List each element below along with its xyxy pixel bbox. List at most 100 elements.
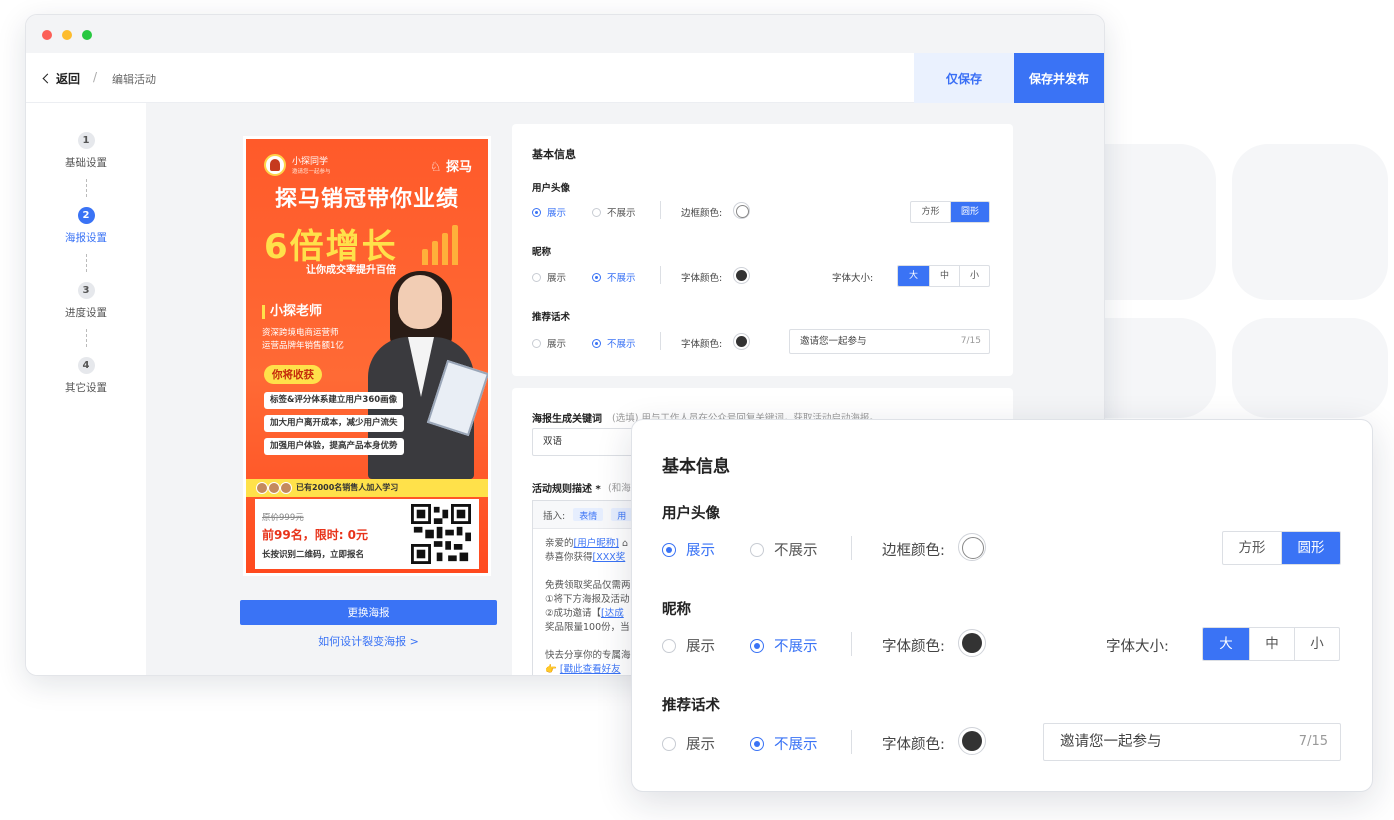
radio-checked-icon [750,638,764,653]
divider [851,730,852,754]
step-number: 3 [77,282,95,299]
bg-tile [1232,318,1388,418]
radio-label: 不展示 [774,737,818,753]
pitch-char-count: 7/15 [1298,734,1328,749]
chevron-left-icon [42,73,53,84]
pitch-show-radio[interactable]: 展示 [532,336,566,350]
font-color-label: 字体颜色: [882,737,945,753]
shape-round-option[interactable]: 圆形 [1281,532,1340,564]
size-small-option[interactable]: 小 [959,266,989,286]
step-basic[interactable]: 1 基础设置 [26,132,146,170]
radio-label: 不展示 [774,543,818,559]
step-number: 1 [77,132,95,149]
rule-text: ②成功邀请【 [545,608,602,619]
nickname-font-color-swatch[interactable] [733,267,750,284]
avatar [280,482,292,494]
radio-label: 展示 [547,273,567,284]
minimize-window-icon[interactable] [62,30,72,40]
avatar-show-radio[interactable]: 展示 [662,539,715,560]
step-poster[interactable]: 2 海报设置 [26,207,146,245]
poster-canvas: 小探同学 邀请您一起参与 ♘ 探马 探马销冠带你业绩 6倍增长 让你成交率提升百… [246,139,488,573]
step-other[interactable]: 4 其它设置 [26,357,146,395]
shape-square-option[interactable]: 方形 [1223,532,1281,564]
avatar [268,482,280,494]
step-number: 2 [77,207,95,224]
nickname-font-color-swatch[interactable] [958,629,986,657]
step-number: 4 [77,357,95,374]
pitch-input[interactable]: 邀请您一起参与 7/15 [789,329,990,354]
poster-title: 探马销冠带你业绩 [274,187,459,212]
nickname-show-radio[interactable]: 展示 [532,270,566,284]
rule-var-link[interactable]: [达成 [601,608,624,619]
rule-var-link[interactable]: [用户昵称] [574,538,619,549]
size-small-option[interactable]: 小 [1294,628,1339,660]
avatar [256,482,268,494]
size-medium-option[interactable]: 中 [929,266,959,286]
pitch-input-value: 邀请您一起参与 [800,336,867,347]
shape-round-option[interactable]: 圆形 [950,202,989,222]
border-color-swatch[interactable] [733,202,750,219]
step-progress[interactable]: 3 进度设置 [26,282,146,320]
nickname-hide-radio[interactable]: 不展示 [750,635,818,656]
keyword-label: 海报生成关键词 [532,414,602,425]
rule-var-link[interactable]: [戳此查看好友 [560,664,621,675]
radio-unchecked-icon [662,638,676,653]
step-label: 其它设置 [65,382,107,394]
border-color-swatch[interactable] [958,533,986,561]
pitch-font-color-swatch[interactable] [958,727,986,755]
radio-checked-icon [662,542,676,557]
pitch-font-color-swatch[interactable] [733,333,750,350]
save-only-button[interactable]: 仅保存 [914,53,1014,103]
radio-label: 不展示 [607,339,636,350]
avatar-hide-radio[interactable]: 不展示 [592,205,636,219]
radio-label: 不展示 [774,639,818,655]
radio-label: 展示 [686,639,715,655]
design-poster-link[interactable]: 如何设计裂变海报 > [240,633,497,649]
poster-scan-text: 长按识别二维码，立即报名 [262,550,365,560]
back-label: 返回 [56,72,81,86]
change-poster-button[interactable]: 更换海报 [240,600,497,625]
radio-label: 不展示 [607,208,636,219]
basic-info-zoom-panel: 基本信息 用户头像 展示 不展示 边框颜色: 方形 圆形 昵称 展示 不展示 字… [631,419,1373,792]
pitch-input-value: 邀请您一起参与 [1060,734,1162,750]
size-large-option[interactable]: 大 [1203,628,1249,660]
poster-join-bar: 已有2000名销售人加入学习 [246,479,488,497]
font-color-label: 字体颜色: [681,339,723,350]
pitch-show-radio[interactable]: 展示 [662,733,715,754]
size-large-option[interactable]: 大 [898,266,929,286]
font-size-toggle: 大 中 小 [897,265,990,287]
pitch-hide-radio[interactable]: 不展示 [592,336,636,350]
nickname-hide-radio[interactable]: 不展示 [592,270,636,284]
pitch-hide-radio[interactable]: 不展示 [750,733,818,754]
poster-avatar [264,154,286,176]
avatar-shape-toggle: 方形 圆形 [1222,531,1341,565]
save-publish-button[interactable]: 保存并发布 [1014,53,1104,103]
avatar-show-radio[interactable]: 展示 [532,205,566,219]
rule-var-link[interactable]: [XXX奖 [593,552,626,563]
font-size-label: 字体大小: [832,273,874,284]
back-button[interactable]: 返回 [42,70,81,87]
maximize-window-icon[interactable] [82,30,92,40]
avatar-hide-radio[interactable]: 不展示 [750,539,818,560]
poster-user-name: 小探同学 [292,157,329,167]
radio-unchecked-icon [532,338,541,348]
rule-text: 恭喜你获得 [545,552,593,563]
nickname-label: 昵称 [662,602,691,618]
poster-bottom: 原价999元 前99名，限时: 0元 长按识别二维码，立即报名 [255,499,479,569]
poster-limit-text: 前99名，限时: 0元 [262,528,369,542]
pitch-input[interactable]: 邀请您一起参与 7/15 [1043,723,1341,761]
close-window-icon[interactable] [42,30,52,40]
radio-label: 展示 [686,737,715,753]
poster-gain-item: 加大用户离开成本，减少用户流失 [264,415,404,432]
nickname-show-radio[interactable]: 展示 [662,635,715,656]
insert-user-button[interactable]: 用 [611,508,633,522]
font-color-label: 字体颜色: [681,273,723,284]
poster-gain-item: 加强用户体验，提高产品本身优势 [264,438,404,455]
shape-square-option[interactable]: 方形 [911,202,950,222]
insert-emoji-button[interactable]: 表情 [573,508,604,522]
window-titlebar [26,15,1104,53]
poster-join-text: 已有2000名销售人加入学习 [296,483,399,492]
radio-unchecked-icon [592,207,601,217]
size-medium-option[interactable]: 中 [1249,628,1294,660]
breadcrumb: 编辑活动 [112,73,156,86]
